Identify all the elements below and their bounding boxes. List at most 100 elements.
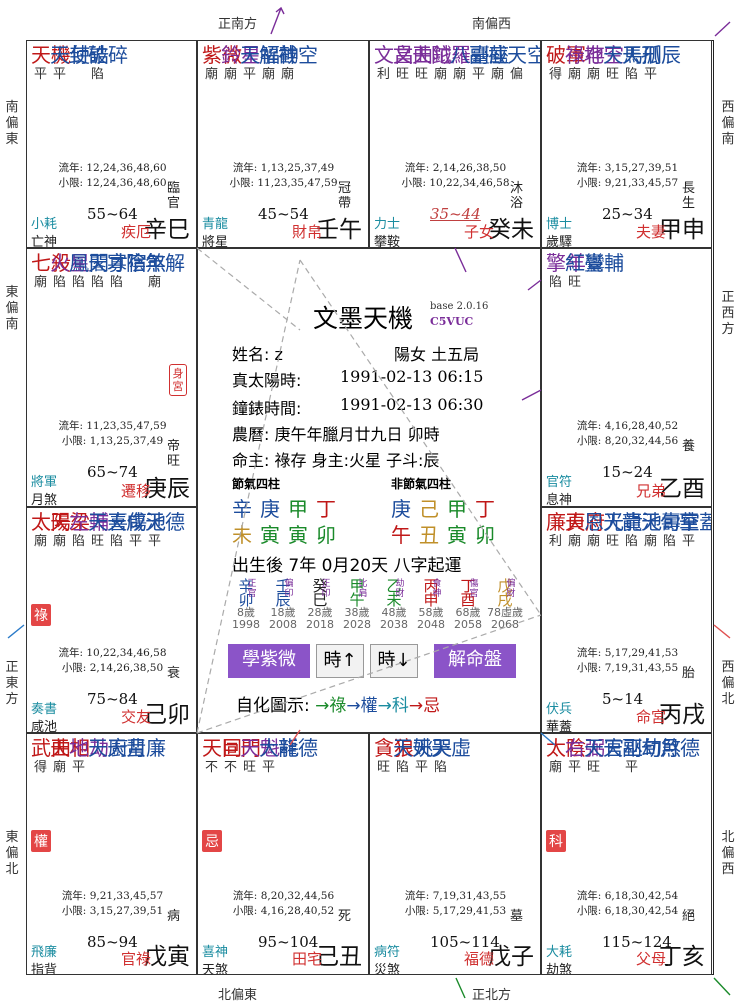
palace-chou[interactable]: 天同不巨門不天魁旺大耗平龍德忌流年: 8,20,32,44,56 小限: 4,16… [197,733,369,975]
solar-time: 1991-02-13 06:15 [340,367,484,386]
feijie-stem: 丁 [475,497,495,521]
star: 陰煞 [126,251,166,275]
god-star-2: 劫煞 [546,963,573,975]
direction-right-2: 正西方 [721,290,735,337]
dayun-tengod: 正官 [247,579,257,599]
feijie-branch: 午 [391,523,411,547]
star: 臺輔 [584,251,624,275]
clock-label: 鐘錶時間: [232,399,302,418]
star: 年解廟 [145,251,185,291]
changsheng: 長生 [682,181,696,211]
lunar-line: 農曆: 庚午年臘月廿九日 卯時 [232,425,440,444]
hua-badge: 祿 [31,604,51,626]
hua-badge: 科 [546,830,566,852]
star: 文曲旺 [393,43,433,83]
star: 祿存廟 [565,43,605,83]
star: 天喜旺 [88,510,128,550]
star: 月德 [660,736,700,760]
star: 寡宿陷 [107,251,147,291]
palace-zi[interactable]: 貪狼旺天姚陷天哭平天虛陷流年: 7,19,31,43,55 小限: 5,17,29… [369,733,541,975]
star: 蜚廉 [126,736,166,760]
god-star-1: 小耗 [31,217,58,232]
master-line: 命主: 祿存 身主:火星 子斗:辰 [232,451,440,470]
palace-mao[interactable]: 太陽廟天梁廟左輔陷天喜旺天傷陷咸池平天德平祿流年: 10,22,34,46,58… [26,507,197,733]
learn-ziwei-button[interactable]: 學紫微 [228,644,310,678]
god-star-1: 大耗 [546,945,573,960]
app-title: 文墨天機 [313,304,414,333]
direction-left-1: 南偏東 [5,100,19,147]
star-list: 七殺廟火星陷鳳閣陷天才陷寡宿陷陰煞 年解廟 [31,251,185,291]
legend-ke: →科 [377,696,409,716]
god-star-2: 將星 [202,235,229,248]
center-panel: 文墨天機 base 2.0.16 C5VUC 姓名: z 陽女 土五局 真太陽時… [197,248,541,733]
self-transform-legend: 自化圖示: →祿→權→科→忌 [236,691,440,716]
god-star-2: 華蓋 [546,720,573,733]
dayun-tengod: 劫財 [395,579,405,599]
star-list: 破軍得祿存廟地空廟天馬旺天刑陷孤辰平 [546,43,681,83]
star: 天馬旺 [603,43,643,83]
god-star-2: 攀鞍 [374,235,401,248]
ganzhi: 癸未 [488,217,534,243]
changsheng: 病 [167,909,181,924]
legend-lu: →祿 [315,696,347,716]
palace-yin[interactable]: 武曲得天相廟地劫平天廚 天月 蜚廉權流年: 9,21,33,45,57 小限: 3,1… [26,733,197,975]
star: 天哭平 [412,736,452,776]
dayun-tengod: 偏財 [506,579,516,599]
dayun-tengod: 傷官 [469,579,479,599]
star: 恩光廟 [584,510,624,550]
dayun-tengod: 偏印 [284,579,294,599]
star: 地空廟 [584,43,624,83]
god-star-2: 災煞 [374,963,401,975]
star: 孤辰平 [641,43,681,83]
palace-si[interactable]: 天機平天使平封誥 破碎陷流年: 12,24,36,48,60 小限: 12,24,3… [26,40,197,248]
palace-name: 子女 [464,223,495,241]
hour-prev-button[interactable]: 時↑ [316,644,364,678]
star-list: 武曲得天相廟地劫平天廚 天月 蜚廉 [31,736,166,776]
age-range: 15~24 [602,463,653,481]
palace-shen[interactable]: 破軍得祿存廟地空廟天馬旺天刑陷孤辰平流年: 3,15,27,39,51 小限: 9… [541,40,712,248]
palace-chen[interactable]: 七殺廟火星陷鳳閣陷天才陷寡宿陷陰煞 年解廟身宮 流年: 11,23,35,47,59… [26,248,197,507]
flow-year: 流年: 11,23,35,47,59 [58,420,167,432]
star: 截廟 [488,43,508,83]
legend-quan: →權 [346,696,378,716]
flow-year: 流年: 7,19,31,43,55 [404,890,507,902]
star: 天使平 [50,43,90,83]
arrow-blue-left [7,624,25,639]
flow-year: 流年: 10,22,34,46,58 [58,647,167,659]
dayun-tengod: 正印 [321,579,331,599]
jieqi-stem: 甲 [288,497,308,521]
jieqi-stem: 丁 [316,497,336,521]
god-star-1: 喜神 [202,945,229,960]
palace-hai[interactable]: 太陰廟右弼平天官旺天巫 副旬平劫煞 月德科流年: 6,18,30,42,54 小限: … [541,733,712,975]
palace-you[interactable]: 擎羊陷紅鸞旺臺輔 流年: 4,16,28,40,52 小限: 8,20,32,44,… [541,248,712,507]
flow-year: 流年: 2,14,26,38,50 [404,162,507,174]
hua-badge: 權 [31,830,51,852]
palace-wei[interactable]: 文昌利文曲旺天鉞旺陀羅廟八臺廟副座平截廟天空偏流年: 2,14,26,38,50… [369,40,541,248]
star-list: 天機平天使平封誥 破碎陷 [31,43,128,83]
feijieqi-label: 非節氣四柱 [391,477,452,491]
hua-badge: 忌 [202,830,222,852]
direction-top-right: 南偏西 [472,17,512,32]
version-label: base 2.0.16 [430,301,489,312]
changsheng: 帝旺 [167,439,181,469]
god-star-1: 飛廉 [31,945,58,960]
star: 七殺廟 [31,251,71,291]
jieqi-branch: 寅 [288,523,308,547]
start-luck-line: 出生後 7年 0月20天 八字起運 [232,556,462,576]
dayun-tengod: 食神 [432,579,442,599]
hour-next-button[interactable]: 時↓ [370,644,418,678]
jieqi-branch: 寅 [260,523,280,547]
explain-chart-button[interactable]: 解命盤 [434,644,516,678]
palace-xu[interactable]: 廉貞利天府廟恩光廟天貴旺龍池陷天壽廟旬空陷華蓋平流年: 5,17,29,41,5… [541,507,712,733]
star: 武曲得 [31,736,71,776]
star: 紅鸞旺 [565,251,605,291]
palace-wu[interactable]: 紫微廟鈴星廟天福平解神廟截空廟流年: 1,13,25,37,49 小限: 11,2… [197,40,369,248]
arrow-red-right [713,624,731,639]
star: 咸池平 [126,510,166,550]
god-star-2: 息神 [546,493,573,507]
star: 天官旺 [584,736,624,776]
star: 天貴旺 [603,510,643,550]
star: 天機平 [31,43,71,83]
changsheng: 臨官 [167,181,181,211]
changsheng: 衰 [167,666,181,681]
